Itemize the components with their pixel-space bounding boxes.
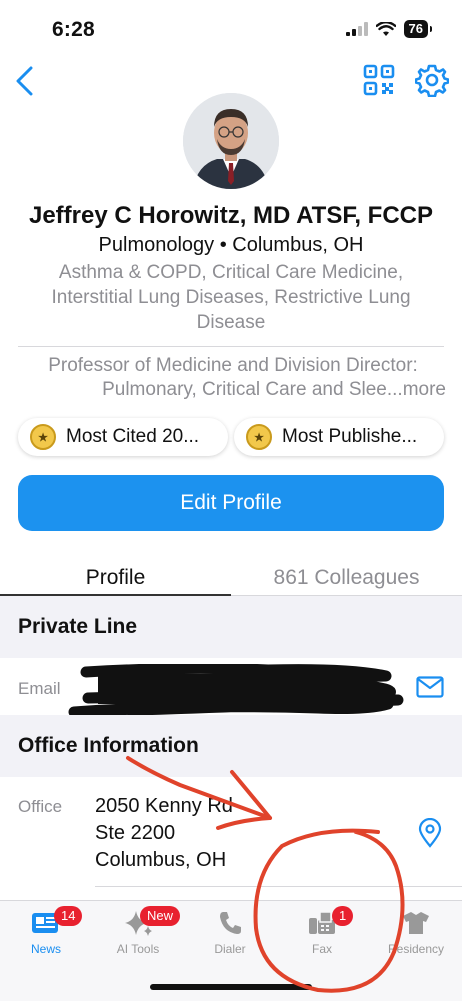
tabbar-label: Residency [387, 942, 445, 956]
tabbar-item-fax[interactable]: Fax 1 [282, 906, 362, 956]
tabbar-item-news[interactable]: News 14 [6, 906, 86, 956]
chip-label: Most Publishe... [282, 426, 418, 447]
specialties-list: Asthma & COPD, Critical Care Medicine, I… [26, 260, 436, 335]
chip-label: Most Cited 20... [66, 426, 200, 447]
tabbar-item-ai-tools[interactable]: AI Tools New [98, 906, 181, 956]
specialties-line: Disease [196, 312, 266, 333]
bio-line: Professor of Medicine and Division Direc… [48, 355, 418, 376]
qr-code-icon[interactable] [363, 64, 395, 96]
office-label: Office [18, 797, 63, 816]
map-pin-icon[interactable] [418, 818, 442, 848]
email-icon[interactable] [416, 676, 444, 698]
home-indicator [150, 984, 312, 990]
tabbar-item-dialer[interactable]: Dialer [190, 910, 270, 956]
section-header-office-information: Office Information [0, 715, 462, 777]
ai-tools-badge: New [140, 906, 181, 926]
bio-more-link[interactable]: ...more [387, 379, 446, 400]
location-text: Columbus, OH [232, 234, 364, 256]
tabbar-label: News [30, 942, 61, 956]
medal-icon: ★ [246, 424, 272, 450]
bio[interactable]: Professor of Medicine and Division Direc… [20, 354, 446, 402]
office-divider [95, 886, 462, 887]
address-line: Columbus, OH [95, 849, 227, 871]
news-badge: 14 [54, 906, 83, 926]
shirt-icon [403, 912, 429, 934]
gear-icon[interactable] [415, 63, 449, 97]
bio-line: Pulmonary, Critical Care and Slee [102, 379, 387, 400]
chip-most-published[interactable]: ★ Most Publishe... [234, 418, 444, 456]
avatar-photo [183, 93, 279, 189]
tabbar-label: Fax [311, 942, 332, 956]
email-label: Email [18, 679, 61, 698]
tabbar-label: AI Tools [116, 942, 160, 956]
bio-divider [18, 346, 444, 347]
bio-line-2: Pulmonary, Critical Care and Slee...more [20, 378, 446, 402]
edit-profile-button[interactable]: Edit Profile [18, 475, 444, 531]
section-header-private-line: Private Line [0, 596, 462, 658]
signal-icon [345, 22, 368, 36]
address-line: Ste 2200 [95, 822, 176, 844]
specialty-text: Pulmonology [98, 234, 215, 256]
redaction-scribble [68, 664, 404, 716]
specialties-line: Asthma & COPD, Critical Care Medicine, [58, 262, 404, 283]
specialty-location: Pulmonology • Columbus, OH [0, 234, 462, 257]
doctor-name: Jeffrey C Horowitz, MD ATSF, FCCP [28, 202, 434, 229]
back-chevron-icon[interactable] [14, 66, 36, 96]
medal-icon: ★ [30, 424, 56, 450]
tab-profile[interactable]: Profile [0, 560, 231, 596]
tab-colleagues[interactable]: 861 Colleagues [231, 560, 462, 596]
avatar[interactable] [183, 93, 279, 189]
address-line: 2050 Kenny Rd [95, 795, 233, 817]
chip-most-cited[interactable]: ★ Most Cited 20... [18, 418, 228, 456]
battery-tip [430, 26, 432, 32]
tabbar-item-residency[interactable]: Residency [376, 910, 456, 956]
phone-icon [220, 912, 241, 934]
status-time: 6:28 [52, 18, 95, 41]
office-address[interactable]: 2050 Kenny Rd Ste 2200 Columbus, OH [95, 793, 233, 874]
separator-dot: • [219, 234, 227, 256]
fax-badge: 1 [332, 906, 354, 926]
battery-indicator: 76 [403, 20, 428, 38]
wifi-icon [375, 21, 396, 36]
status-icons: 76 [345, 20, 432, 38]
specialties-line: Interstitial Lung Diseases, Restrictive … [51, 287, 411, 308]
tabbar-label: Dialer [214, 942, 246, 956]
